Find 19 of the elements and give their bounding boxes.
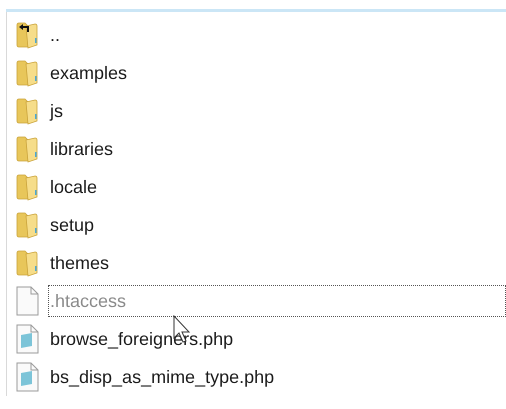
file-name[interactable]: .. (48, 19, 506, 51)
folder-icon (14, 135, 40, 163)
blank-file-icon (14, 286, 40, 316)
script-file-icon (14, 362, 40, 392)
file-name[interactable]: js (48, 95, 506, 127)
folder-icon (14, 249, 40, 277)
folder-icon (14, 59, 40, 87)
script-file-icon (14, 324, 40, 354)
file-name[interactable]: bs_disp_as_mime_type.php (48, 361, 506, 393)
folder-icon (14, 97, 40, 125)
file-name[interactable]: libraries (48, 133, 506, 165)
folder-icon (14, 173, 40, 201)
file-name[interactable]: setup (48, 209, 506, 241)
file-name[interactable]: locale (48, 171, 506, 203)
file-name[interactable]: examples (48, 57, 506, 89)
folder-icon (14, 211, 40, 239)
file-name[interactable]: browse_foreigners.php (48, 323, 506, 355)
file-name[interactable]: themes (48, 247, 506, 279)
parent-folder-icon (14, 21, 40, 49)
